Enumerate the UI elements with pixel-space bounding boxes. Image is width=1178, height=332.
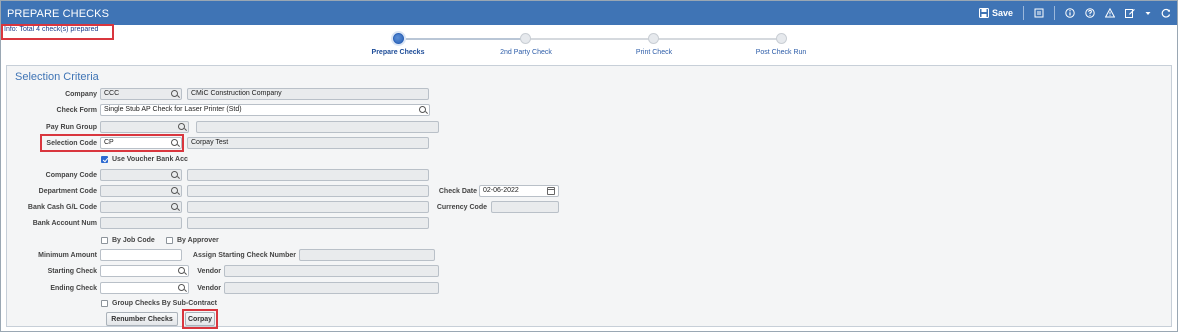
assign-starting-field[interactable] (299, 249, 435, 261)
train-connector (654, 38, 778, 40)
toolbar-divider (1054, 6, 1055, 20)
search-icon[interactable] (171, 90, 178, 97)
check-form-value: Single Stub AP Check for Laser Printer (… (104, 106, 242, 113)
train-step-prepare-checks[interactable] (393, 33, 404, 44)
check-form-field[interactable]: Single Stub AP Check for Laser Printer (… (100, 104, 430, 116)
search-icon[interactable] (419, 106, 426, 113)
process-train: Prepare Checks 2nd Party Check Print Che… (360, 30, 840, 60)
bank-account-num-description (187, 217, 429, 229)
panel-title: Selection Criteria (15, 71, 99, 83)
group-by-subcontract-label: Group Checks By Sub-Contract (112, 300, 218, 307)
calendar-icon[interactable] (547, 187, 555, 195)
company-description: CMiC Construction Company (187, 88, 429, 100)
ending-check-label: Ending Check (50, 285, 97, 292)
pay-run-group-label: Pay Run Group (46, 124, 97, 131)
minimum-amount-field[interactable] (100, 249, 182, 261)
train-connector (400, 38, 522, 40)
vendor-start-field (224, 265, 439, 277)
company-field[interactable]: CCC (100, 88, 182, 100)
info-highlight (1, 24, 114, 40)
assign-starting-label: Assign Starting Check Number (192, 252, 296, 259)
pay-run-group-description (196, 121, 439, 133)
train-label-post-check-run[interactable]: Post Check Run (756, 49, 807, 56)
page-title: PREPARE CHECKS (7, 8, 110, 20)
train-connector (526, 38, 650, 40)
train-label-prepare-checks[interactable]: Prepare Checks (372, 49, 425, 56)
search-icon[interactable] (171, 187, 178, 194)
check-date-value: 02-06-2022 (483, 187, 519, 194)
toolbar-divider (1023, 6, 1024, 20)
dropdown-icon[interactable] (1145, 8, 1151, 18)
company-code-description (187, 169, 429, 181)
by-job-code-label: By Job Code (112, 237, 155, 244)
bank-cash-gl-field[interactable] (100, 201, 182, 213)
search-icon[interactable] (178, 123, 185, 130)
pay-run-group-field[interactable] (100, 121, 189, 133)
help-icon[interactable] (1085, 8, 1095, 18)
bank-cash-gl-label: Bank Cash G/L Code (27, 204, 97, 211)
selection-code-highlight (40, 134, 184, 152)
company-code-label: Company Code (45, 172, 97, 179)
starting-check-field[interactable] (100, 265, 189, 277)
edit-icon[interactable] (1125, 8, 1135, 18)
use-voucher-bank-label: Use Voucher Bank Acc (112, 156, 188, 163)
use-voucher-bank-checkbox[interactable] (101, 156, 108, 163)
vendor-end-field (224, 282, 439, 294)
company-label: Company (65, 91, 97, 98)
search-icon[interactable] (171, 171, 178, 178)
by-approver-checkbox[interactable] (166, 237, 173, 244)
vendor-end-label: Vendor (197, 285, 221, 292)
renumber-checks-button[interactable]: Renumber Checks (106, 312, 178, 326)
currency-code-field[interactable] (491, 201, 559, 213)
title-bar: PREPARE CHECKS Save (1, 1, 1177, 25)
train-label-print-check[interactable]: Print Check (636, 49, 672, 56)
ending-check-field[interactable] (100, 282, 189, 294)
company-value: CCC (104, 90, 120, 97)
check-date-label: Check Date (438, 188, 477, 195)
bank-account-num-field[interactable] (100, 217, 182, 229)
save-button[interactable]: Save (978, 8, 1013, 18)
train-step-print-check[interactable] (648, 33, 659, 44)
train-step-post-check-run[interactable] (776, 33, 787, 44)
check-form-label: Check Form (56, 107, 97, 114)
search-icon[interactable] (171, 203, 178, 210)
bank-cash-gl-description (187, 201, 429, 213)
check-date-field[interactable]: 02-06-2022 (479, 185, 559, 197)
by-job-code-checkbox[interactable] (101, 237, 108, 244)
starting-check-label: Starting Check (47, 268, 97, 275)
warning-icon[interactable] (1104, 7, 1116, 18)
company-code-field[interactable] (100, 169, 182, 181)
vendor-start-label: Vendor (197, 268, 221, 275)
info-icon[interactable] (1065, 8, 1075, 18)
group-by-subcontract-checkbox[interactable] (101, 300, 108, 307)
save-label: Save (991, 8, 1013, 18)
minimum-amount-label: Minimum Amount (38, 252, 97, 259)
selection-code-description: Corpay Test (187, 137, 429, 149)
currency-code-label: Currency Code (436, 204, 487, 211)
save-icon (978, 8, 989, 18)
department-code-field[interactable] (100, 185, 182, 197)
notes-icon[interactable] (1034, 8, 1044, 18)
department-code-label: Department Code (38, 188, 97, 195)
search-icon[interactable] (178, 267, 185, 274)
toolbar: Save (978, 5, 1171, 21)
bank-account-num-label: Bank Account Num (32, 220, 97, 227)
by-approver-label: By Approver (177, 237, 219, 244)
refresh-icon[interactable] (1161, 8, 1171, 18)
search-icon[interactable] (178, 284, 185, 291)
department-code-description (187, 185, 429, 197)
train-step-2nd-party-check[interactable] (520, 33, 531, 44)
corpay-highlight (182, 309, 218, 329)
train-label-2nd-party-check[interactable]: 2nd Party Check (500, 49, 552, 56)
selection-criteria-panel: Selection Criteria Company CCC CMiC Cons… (6, 65, 1172, 329)
